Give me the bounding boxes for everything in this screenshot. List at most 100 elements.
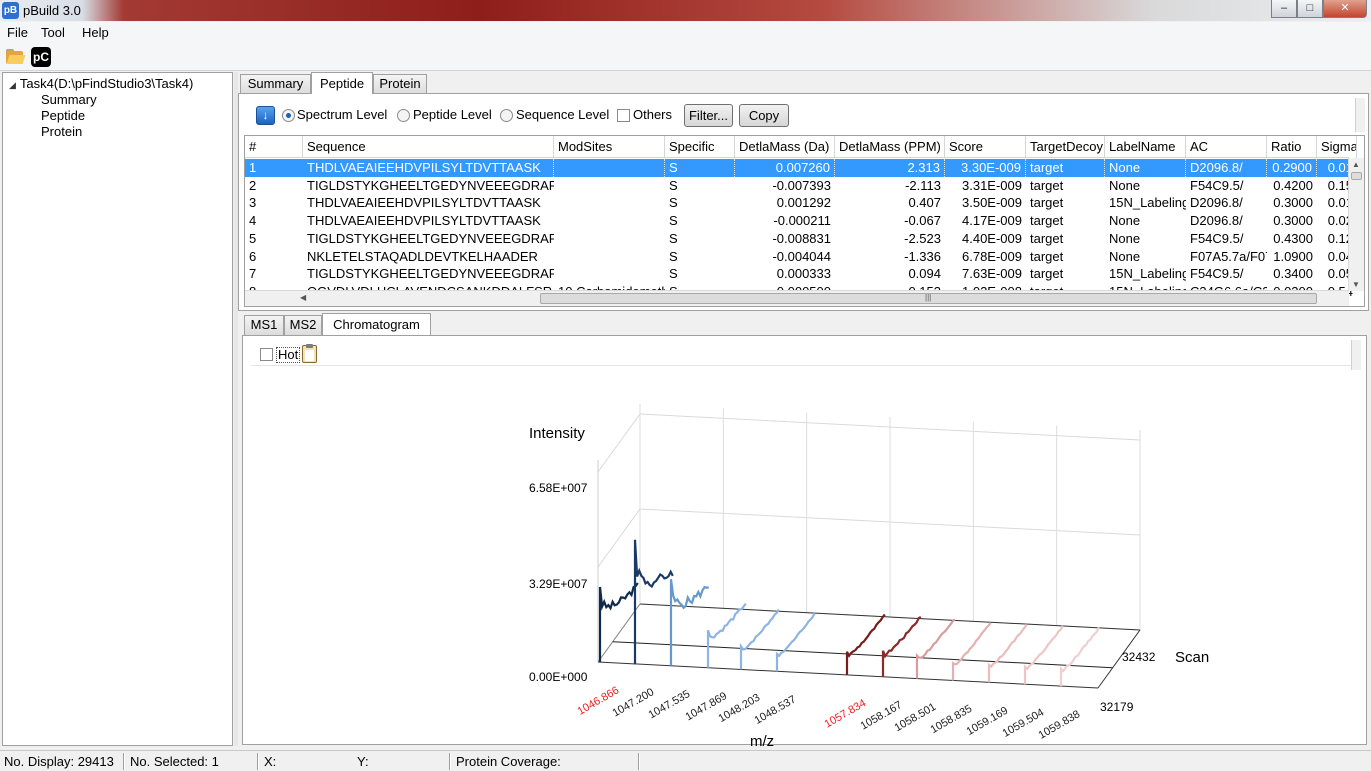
depth-axis-line (597, 603, 641, 663)
col-labelname[interactable]: LabelName (1105, 136, 1186, 158)
col-sequence[interactable]: Sequence (303, 136, 554, 158)
sort-down-button[interactable]: ↓ (256, 106, 275, 125)
cell-deltamass-da: -0.007393 (772, 177, 831, 193)
pc-icon[interactable]: pC (31, 47, 51, 67)
col-specific[interactable]: Specific (665, 136, 735, 158)
tab-summary[interactable]: Summary (240, 74, 311, 94)
col-modsites[interactable]: ModSites (554, 136, 665, 158)
tree-item-peptide[interactable]: Peptide (41, 108, 85, 123)
chromatogram-trace (915, 618, 956, 679)
label-peptide-level[interactable]: Peptide Level (413, 107, 492, 122)
title-bar[interactable]: pB pBuild 3.0 – □ ✕ (0, 0, 1371, 21)
cell-deltamass-da: 0.007260 (735, 159, 835, 177)
chromatogram-toolbar: Hot (251, 344, 1351, 366)
expand-arrow-icon[interactable]: ◢ (9, 80, 16, 91)
status-separator (638, 753, 640, 770)
filter-button[interactable]: Filter... (684, 104, 733, 127)
tab-ms2[interactable]: MS2 (284, 315, 322, 335)
cell-index: 4 (249, 213, 257, 229)
chromatogram-trace (739, 609, 780, 670)
cell-ac: F07A5.7a/F07A5.7b/ (1190, 248, 1267, 264)
radio-spectrum-level[interactable] (282, 109, 295, 122)
scroll-left-icon[interactable]: ◀ (300, 293, 306, 302)
tree-root[interactable]: ◢ Task4(D:\pFindStudio3\Task4) (9, 76, 193, 91)
label-spectrum-level[interactable]: Spectrum Level (297, 107, 387, 122)
cell-deltamass-ppm: -2.523 (904, 230, 941, 246)
menu-tool[interactable]: Tool (41, 25, 65, 40)
cell-ac: F54C9.5/ (1190, 177, 1244, 193)
col-sigma[interactable]: Sigma (1317, 136, 1357, 158)
status-y: Y: (357, 754, 369, 769)
col-score[interactable]: Score (945, 136, 1026, 158)
col-deltamass-ppm[interactable]: DetlaMass (PPM) (835, 136, 945, 158)
scroll-up-icon[interactable]: ▲ (1352, 160, 1360, 169)
col-ac[interactable]: AC (1186, 136, 1267, 158)
cell-deltamass-ppm: 0.094 (908, 266, 941, 282)
cell-targetdecoy: target (1030, 230, 1064, 246)
table-row[interactable]: 5 TIGLDSTYKGHEELTGEDYNVEEEGDRAPFK S -0.0088… (245, 230, 1353, 248)
chromatogram-trace (1023, 625, 1064, 685)
clipboard-icon[interactable] (302, 344, 317, 363)
grid-line (597, 508, 641, 568)
cell-modsites (554, 212, 665, 230)
hot-checkbox[interactable] (260, 348, 273, 361)
radio-peptide-level[interactable] (397, 109, 410, 122)
chromatogram-scrollbar[interactable] (1351, 340, 1361, 370)
chromatogram-chart: Intensity Scan m/z 0.00E+000 3.29E+007 6… (529, 404, 1209, 746)
cell-targetdecoy: target (1030, 177, 1064, 193)
menu-file[interactable]: File (7, 25, 28, 40)
label-sequence-level[interactable]: Sequence Level (516, 107, 609, 122)
col-index[interactable]: # (245, 136, 303, 158)
cell-modsites (554, 248, 665, 266)
hot-label[interactable]: Hot (276, 347, 301, 363)
table-row[interactable]: 4 THDLVAEAIEEHDVPILSYLTDVTTAASK S -0.000211… (245, 212, 1353, 230)
table-row[interactable]: 1 THDLVAEAIEEHDVPILSYLTDVTTAASK S 0.007260 2… (245, 159, 1353, 177)
grid-horizontal-scrollbar[interactable]: ◀ ||| (245, 290, 1349, 306)
cell-ac: F54C9.5/ (1190, 230, 1244, 246)
grid-vscroll-thumb[interactable] (1351, 172, 1362, 180)
filter-scrollbar[interactable] (1355, 98, 1365, 132)
cell-labelname: None (1109, 230, 1141, 246)
cell-modsites (554, 230, 665, 248)
cell-targetdecoy: target (1030, 266, 1064, 282)
tab-chromatogram[interactable]: Chromatogram (322, 313, 431, 335)
label-others[interactable]: Others (633, 107, 672, 122)
scroll-down-icon[interactable]: ▼ (1352, 280, 1360, 289)
cell-deltamass-da: 0.000333 (776, 266, 831, 282)
table-row[interactable]: 7 TIGLDSTYKGHEELTGEDYNVEEEGDRAPFK S 0.00033… (245, 265, 1353, 283)
radio-sequence-level[interactable] (500, 109, 513, 122)
status-separator (123, 753, 125, 770)
menu-help[interactable]: Help (82, 25, 109, 40)
tree-item-protein[interactable]: Protein (41, 124, 82, 139)
cell-sequence: THDLVAEAIEEHDVPILSYLTDVTTAASK (307, 195, 541, 211)
others-checkbox[interactable] (617, 109, 630, 122)
status-coverage: Protein Coverage: (456, 754, 561, 769)
table-row[interactable]: 3 THDLVAEAIEEHDVPILSYLTDVTTAASK S 0.001292 0… (245, 194, 1353, 212)
close-button[interactable]: ✕ (1323, 0, 1367, 18)
x-axis-title: m/z (750, 733, 774, 746)
tab-protein[interactable]: Protein (373, 74, 427, 94)
grid-vertical-scrollbar[interactable]: ▲ ▼ (1348, 158, 1364, 291)
maximize-button[interactable]: □ (1297, 0, 1323, 18)
folder-open-icon[interactable] (5, 47, 26, 67)
window-title: pBuild 3.0 (23, 3, 81, 18)
cell-score: 6.78E-009 (962, 248, 1022, 264)
cell-score: 3.31E-009 (962, 177, 1022, 193)
col-ratio[interactable]: Ratio (1267, 136, 1317, 158)
tree-item-summary[interactable]: Summary (41, 92, 97, 107)
tab-peptide[interactable]: Peptide (311, 72, 373, 94)
cell-targetdecoy: target (1030, 248, 1064, 264)
app-icon: pB (2, 2, 19, 19)
minimize-button[interactable]: – (1271, 0, 1297, 18)
col-deltamass-da[interactable]: DetlaMass (Da) (735, 136, 835, 158)
table-row[interactable]: 6 NKLETELSTAQADLDEVTKELHAADER S -0.004044 -1… (245, 248, 1353, 266)
cell-ratio: 0.3000 (1273, 213, 1313, 229)
tab-ms1[interactable]: MS1 (244, 315, 284, 335)
cell-specific: S (669, 266, 678, 282)
copy-button[interactable]: Copy (739, 104, 789, 127)
status-separator (257, 753, 259, 770)
cell-labelname: None (1105, 159, 1186, 177)
col-targetdecoy[interactable]: TargetDecoy (1026, 136, 1105, 158)
cell-deltamass-ppm: 2.313 (835, 159, 945, 177)
table-row[interactable]: 2 TIGLDSTYKGHEELTGEDYNVEEEGDRAPFK S -0.0073… (245, 177, 1353, 195)
